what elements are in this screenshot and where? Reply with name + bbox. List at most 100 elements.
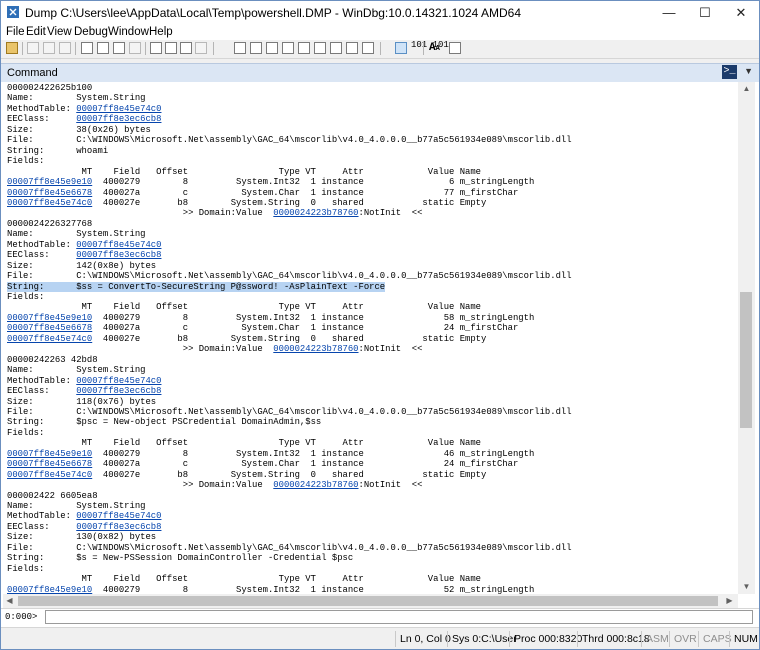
menu-help[interactable]: Help (149, 25, 173, 40)
status-asm: ASM (641, 631, 669, 647)
output-text: Name: System.String (7, 501, 146, 511)
address-link[interactable]: 00007ff8e45e74c0 (76, 240, 161, 250)
menu-edit[interactable]: Edit (26, 25, 46, 40)
paste-icon[interactable] (59, 42, 71, 54)
maximize-icon: ☐ (699, 5, 711, 20)
output-text: :NotInit << (358, 344, 423, 355)
menu-file[interactable]: File (6, 25, 25, 40)
break-icon[interactable] (129, 42, 141, 54)
address-link[interactable]: 0000024223b78760 (273, 208, 358, 218)
address-link[interactable]: 00007ff8e3ec6cb8 (76, 386, 161, 396)
vertical-scroll-thumb[interactable] (740, 292, 752, 428)
minimize-button[interactable]: — (651, 1, 687, 25)
output-line: 00007ff8e45e6678 400027a c System.Char 1… (7, 188, 518, 198)
address-link[interactable]: 00007ff8e45e74c0 (76, 511, 161, 521)
registers-window-icon[interactable] (282, 42, 294, 54)
panel-dropdown-icon[interactable]: ▼ (744, 66, 753, 76)
address-link[interactable]: 0000024223b78760 (273, 344, 358, 354)
menu-bar: File Edit View Debug Window Help (1, 25, 759, 40)
font-icon[interactable]: AA (429, 41, 440, 56)
address-link[interactable]: 00007ff8e3ec6cb8 (76, 114, 161, 124)
scroll-right-icon[interactable]: ▶ (723, 594, 736, 608)
address-link[interactable]: 00007ff8e45e9e10 (7, 585, 92, 594)
go-icon[interactable] (81, 42, 93, 54)
scroll-left-icon[interactable]: ◀ (3, 594, 16, 608)
source-mode-icon[interactable] (395, 42, 407, 54)
close-icon: ✕ (735, 5, 747, 20)
output-text: Fields: (7, 427, 45, 438)
output-line: 00007ff8e45e9e10 4000279 8 System.Int32 … (7, 449, 534, 459)
command-input[interactable] (45, 610, 753, 624)
call-stack-window-icon[interactable] (314, 42, 326, 54)
output-line: Size: 38(0x26) bytes (7, 125, 151, 135)
address-link[interactable]: 00007ff8e45e6678 (7, 188, 92, 198)
disassembly-window-icon[interactable] (330, 42, 342, 54)
close-button[interactable]: ✕ (723, 1, 759, 25)
output-line: File: C:\WINDOWS\Microsoft.Net\assembly\… (7, 543, 572, 553)
output-text: String: $s = New-PSSession DomainControl… (7, 553, 354, 564)
output-text: 000002422625b100 (7, 83, 93, 93)
output-line: 00007ff8e45e6678 400027a c System.Char 1… (7, 459, 518, 469)
address-link[interactable]: 00007ff8e45e74c0 (7, 198, 92, 208)
output-line: MethodTable: 00007ff8e45e74c0 (7, 240, 161, 250)
output-line: >> Domain:Value 0000024223b78760:NotInit… (7, 208, 423, 218)
step-into-icon[interactable] (150, 42, 162, 54)
address-link[interactable]: 00007ff8e3ec6cb8 (76, 250, 161, 260)
address-link[interactable]: 00007ff8e45e74c0 (7, 334, 92, 344)
memory-window-icon[interactable] (298, 42, 310, 54)
address-link[interactable]: 00007ff8e45e6678 (7, 323, 92, 333)
output-line: Fields: (7, 428, 44, 438)
output-line: Name: System.String (7, 93, 145, 103)
address-link[interactable]: 00007ff8e45e9e10 (7, 313, 92, 323)
processes-threads-icon[interactable] (362, 42, 374, 54)
scroll-down-icon[interactable]: ▼ (738, 580, 755, 594)
options-icon[interactable] (449, 42, 461, 54)
vertical-scrollbar[interactable]: ▲ ▼ (738, 82, 755, 594)
stop-debugging-icon[interactable] (113, 42, 125, 54)
output-text: MethodTable: (7, 511, 77, 522)
output-line: 000002422625b100 (7, 83, 92, 93)
output-text: EEClass: (7, 521, 77, 532)
address-link[interactable]: 00007ff8e45e9e10 (7, 177, 92, 187)
maximize-button[interactable]: ☐ (687, 1, 723, 25)
toolbar-separator (213, 42, 214, 55)
output-text: MethodTable: (7, 103, 77, 114)
copy-icon[interactable] (43, 42, 55, 54)
output-line: MethodTable: 00007ff8e45e74c0 (7, 104, 161, 114)
cut-icon[interactable] (27, 42, 39, 54)
scratch-pad-icon[interactable] (346, 42, 358, 54)
menu-window[interactable]: Window (108, 25, 149, 40)
run-to-cursor-icon[interactable] (195, 42, 207, 54)
menu-view[interactable]: View (47, 25, 72, 40)
address-link[interactable]: 00007ff8e45e74c0 (76, 376, 161, 386)
windbg-app-icon (7, 6, 19, 18)
address-link[interactable]: 00007ff8e45e74c0 (7, 470, 92, 480)
command-input-row: 0:000> (1, 608, 759, 627)
step-over-icon[interactable] (165, 42, 177, 54)
output-text: MethodTable: (7, 239, 77, 250)
address-link[interactable]: 00007ff8e45e74c0 (76, 104, 161, 114)
address-link[interactable]: 0000024223b78760 (273, 480, 358, 490)
horizontal-scrollbar[interactable]: ◀ ▶ (3, 594, 738, 608)
address-link[interactable]: 00007ff8e45e6678 (7, 459, 92, 469)
address-link[interactable]: 00007ff8e45e9e10 (7, 449, 92, 459)
address-link[interactable]: 00007ff8e3ec6cb8 (76, 522, 161, 532)
menu-debug[interactable]: Debug (74, 25, 108, 40)
scroll-up-icon[interactable]: ▲ (738, 82, 755, 96)
prompt-icon[interactable]: >_ (722, 65, 737, 79)
output-line: File: C:\WINDOWS\Microsoft.Net\assembly\… (7, 135, 572, 145)
windbg-window: Dump C:\Users\lee\AppData\Local\Temp\pow… (0, 0, 760, 650)
output-text: Size: 118(0x76) bytes (7, 396, 157, 407)
command-window-icon[interactable] (234, 42, 246, 54)
output-line: String: whoami (7, 146, 108, 156)
command-output[interactable]: 000002422625b100 Name: System.String Metho… (3, 82, 737, 594)
step-out-icon[interactable] (180, 42, 192, 54)
open-icon[interactable] (6, 42, 18, 54)
locals-window-icon[interactable] (266, 42, 278, 54)
output-line: Fields: (7, 156, 44, 166)
restart-icon[interactable] (97, 42, 109, 54)
output-text: 400027a c System.Char 1 instance 24 m_fi… (92, 323, 519, 334)
horizontal-scroll-thumb[interactable] (18, 596, 718, 606)
watch-window-icon[interactable] (250, 42, 262, 54)
output-text: 4000279 8 System.Int32 1 instance 58 m_s… (92, 312, 535, 323)
